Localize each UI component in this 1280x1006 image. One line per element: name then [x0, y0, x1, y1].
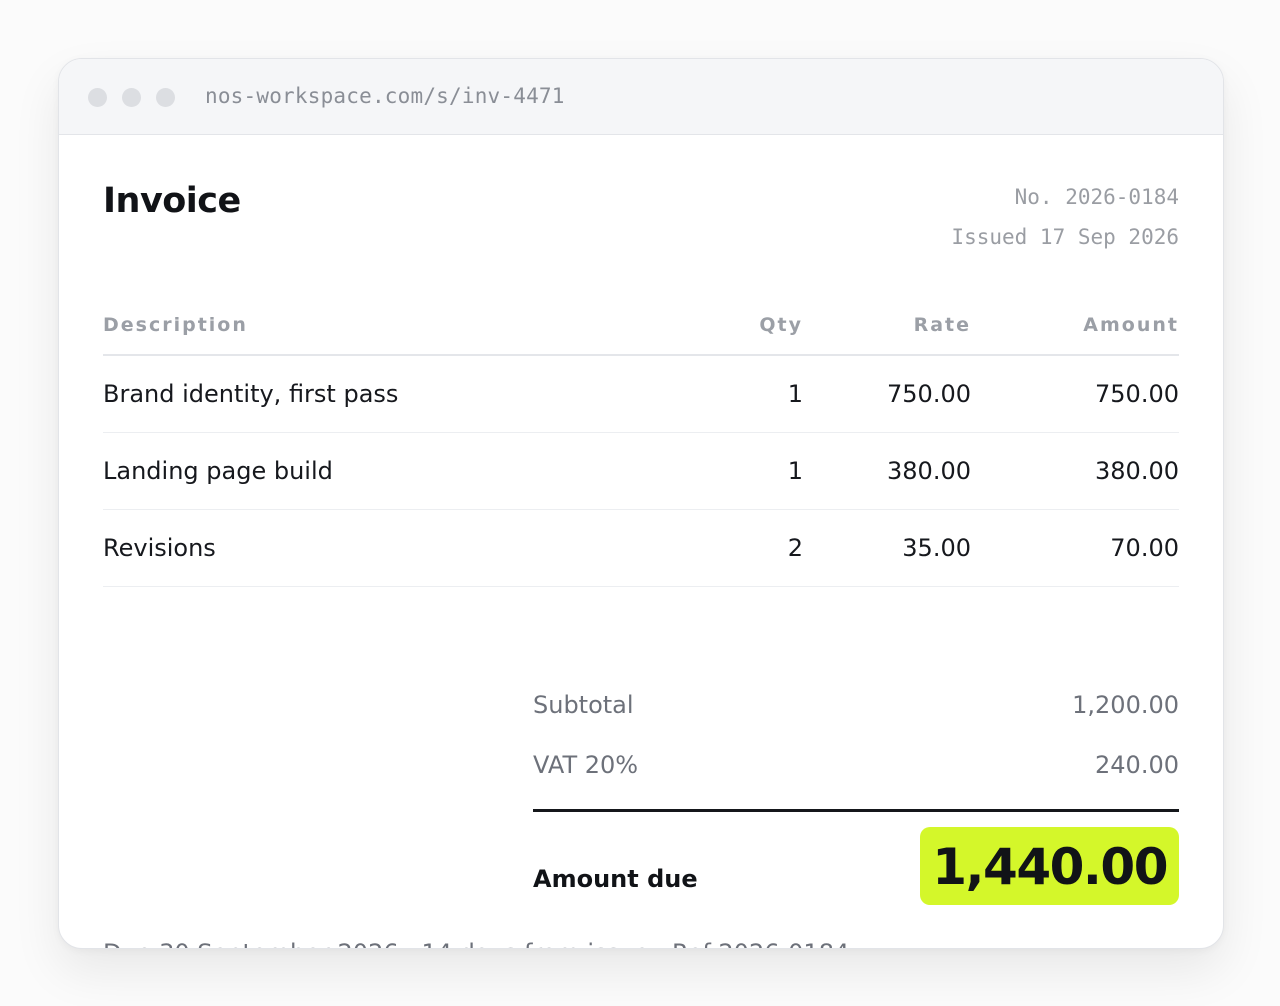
table-row: Landing page build 1 380.00 380.00 [103, 432, 1179, 510]
column-header-qty: Qty [663, 275, 803, 356]
item-qty: 1 [663, 355, 803, 433]
amount-due-value: 1,440.00 [920, 827, 1179, 905]
item-amount: 380.00 [971, 432, 1179, 510]
invoice-issued-date: Issued 17 Sep 2026 [951, 225, 1179, 249]
item-rate: 750.00 [803, 355, 971, 433]
item-amount: 750.00 [971, 355, 1179, 433]
item-rate: 380.00 [803, 432, 971, 510]
column-header-description: Description [103, 275, 663, 356]
totals-section: Subtotal 1,200.00 VAT 20% 240.00 [533, 675, 1179, 812]
invoice-title: Invoice [103, 181, 241, 221]
column-header-amount: Amount [971, 275, 1179, 356]
table-row: Brand identity, first pass 1 750.00 750.… [103, 355, 1179, 433]
item-description: Revisions [103, 509, 663, 587]
item-qty: 2 [663, 509, 803, 587]
vat-value: 240.00 [1095, 751, 1179, 779]
item-rate: 35.00 [803, 509, 971, 587]
subtotal-label: Subtotal [533, 691, 634, 719]
browser-window: nos-workspace.com/s/inv-4471 Invoice No.… [58, 58, 1224, 949]
table-header-row: Description Qty Rate Amount [103, 275, 1179, 356]
payment-terms-footer: Due 30 September 2026 · 14 days from iss… [103, 939, 849, 948]
invoice-meta: No. 2026-0184 Issued 17 Sep 2026 [951, 177, 1179, 257]
browser-titlebar: nos-workspace.com/s/inv-4471 [59, 59, 1223, 135]
line-items-table: Description Qty Rate Amount Brand identi… [103, 275, 1179, 587]
column-header-rate: Rate [803, 275, 971, 356]
invoice-number: No. 2026-0184 [1014, 185, 1179, 209]
item-amount: 70.00 [971, 509, 1179, 587]
totals-divider [533, 809, 1179, 812]
item-description: Brand identity, first pass [103, 355, 663, 433]
amount-due-label: Amount due [533, 865, 698, 893]
subtotal-value: 1,200.00 [1072, 691, 1179, 719]
address-bar-url[interactable]: nos-workspace.com/s/inv-4471 [205, 84, 565, 108]
item-qty: 1 [663, 432, 803, 510]
window-minimize-dot[interactable] [122, 88, 141, 107]
subtotal-row: Subtotal 1,200.00 [533, 675, 1179, 735]
amount-due-row: Amount due 1,440.00 [533, 827, 1179, 907]
vat-row: VAT 20% 240.00 [533, 735, 1179, 795]
table-row: Revisions 2 35.00 70.00 [103, 509, 1179, 587]
window-close-dot[interactable] [88, 88, 107, 107]
item-description: Landing page build [103, 432, 663, 510]
vat-label: VAT 20% [533, 751, 639, 779]
window-maximize-dot[interactable] [156, 88, 175, 107]
